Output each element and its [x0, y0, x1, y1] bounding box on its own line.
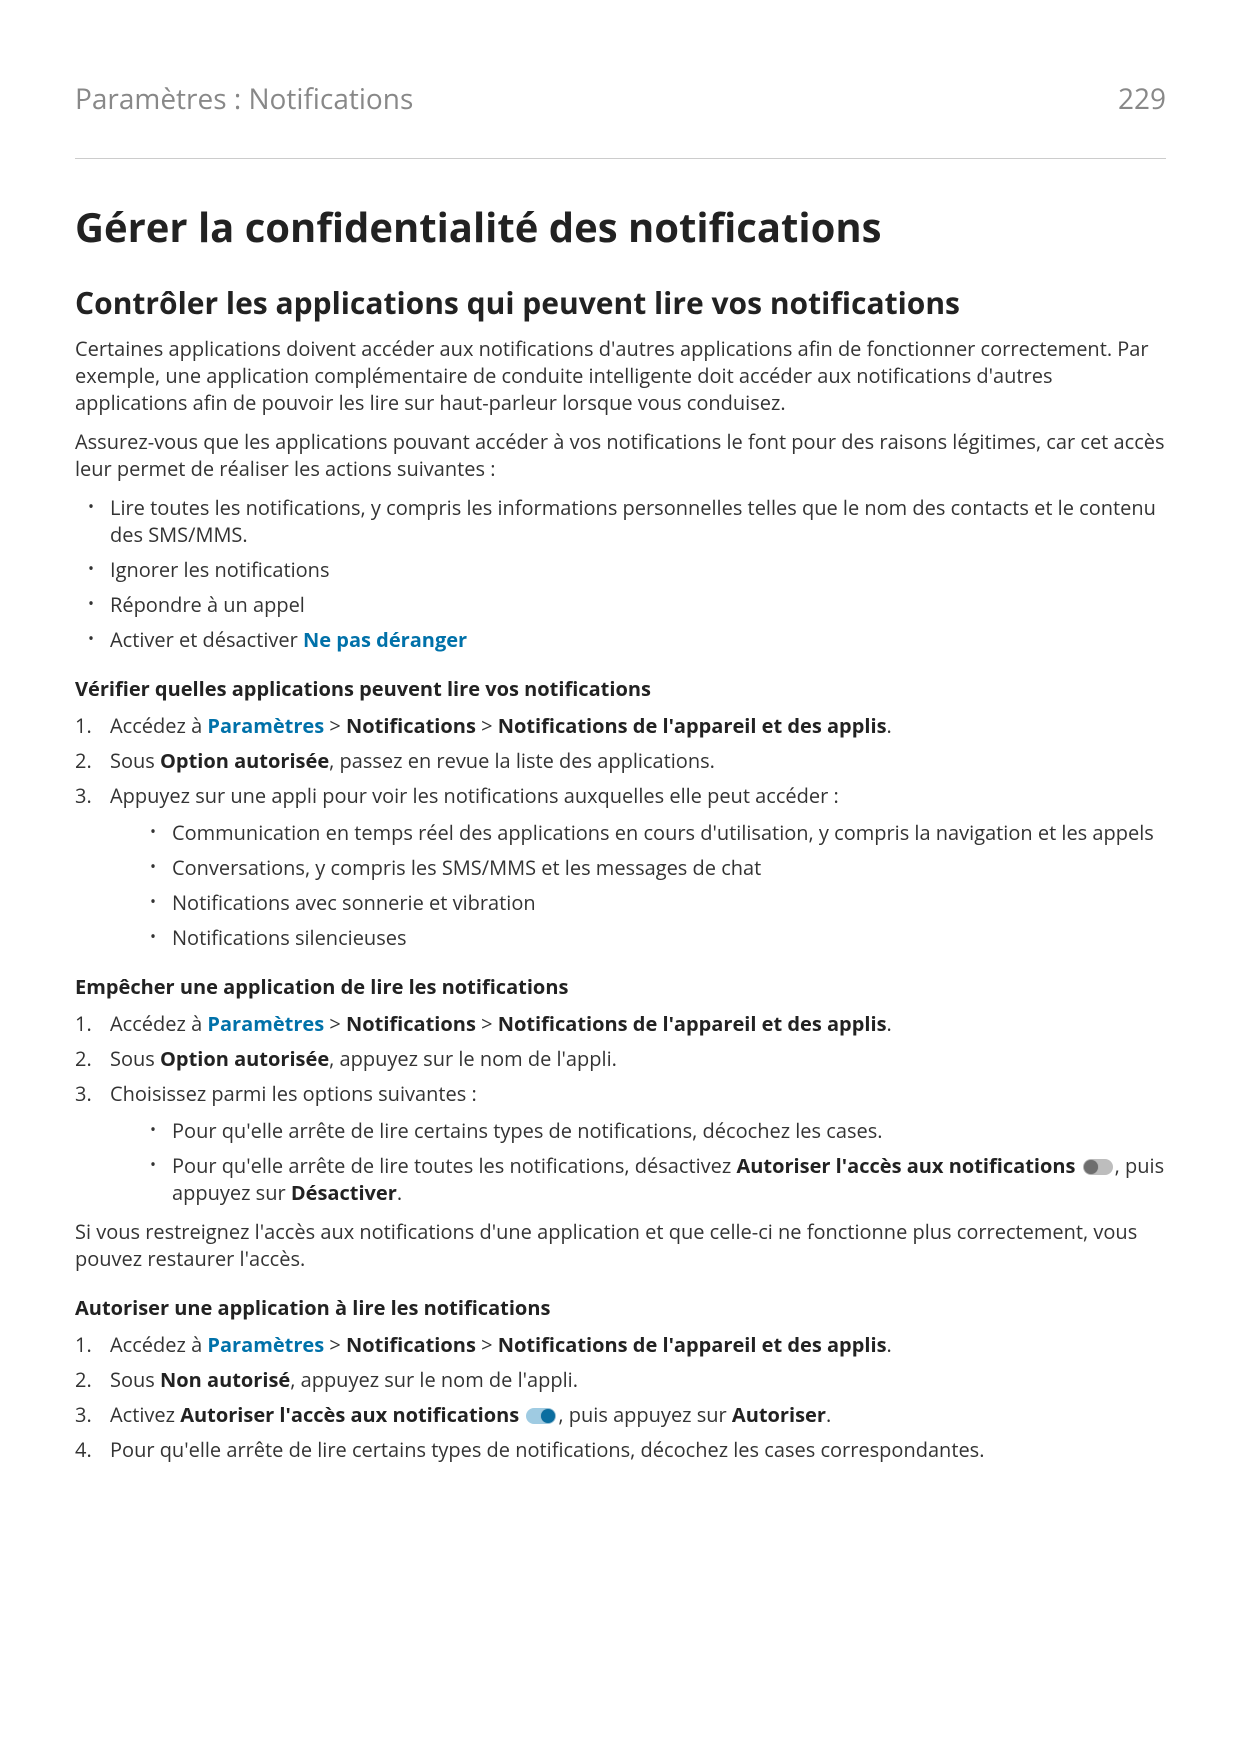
- text: >: [324, 1331, 346, 1358]
- list-item: Pour qu'elle arrête de lire certains typ…: [172, 1117, 1166, 1144]
- list-item: Accédez à Paramètres > Notifications > N…: [75, 712, 1166, 739]
- text: Accédez à: [110, 1331, 207, 1358]
- page-title: Gérer la confidentialité des notificatio…: [75, 199, 1166, 254]
- list-item: Sous Option autorisée, appuyez sur le no…: [75, 1045, 1166, 1072]
- link-settings[interactable]: Paramètres: [207, 1010, 324, 1037]
- page: Paramètres : Notifications 229 Gérer la …: [0, 0, 1241, 1754]
- list-item: Sous Non autorisé, appuyez sur le nom de…: [75, 1366, 1166, 1393]
- list-item: Ignorer les notifications: [110, 556, 1166, 583]
- list-item: Communication en temps réel des applicat…: [172, 819, 1166, 846]
- nav-notifications: Notifications: [346, 1331, 476, 1358]
- nav-notifications: Notifications: [346, 712, 476, 739]
- text: >: [324, 1010, 346, 1037]
- nav-device-app: Notifications de l'appareil et des appli…: [498, 1010, 887, 1037]
- list-item: Appuyez sur une appli pour voir les noti…: [75, 782, 1166, 951]
- text: >: [476, 712, 498, 739]
- link-settings[interactable]: Paramètres: [207, 1331, 324, 1358]
- text: , passez en revue la liste des applicati…: [329, 747, 715, 774]
- subsection-heading: Autoriser une application à lire les not…: [75, 1294, 1166, 1321]
- text: Appuyez sur une appli pour voir les noti…: [110, 782, 839, 809]
- list-item: Sous Option autorisée, passez en revue l…: [75, 747, 1166, 774]
- header-rule: [75, 158, 1166, 159]
- link-dnd[interactable]: Ne pas déranger: [303, 626, 467, 653]
- bold-text: Désactiver: [291, 1179, 397, 1206]
- text: Activer et désactiver: [110, 626, 303, 653]
- bullet-list: Lire toutes les notifications, y compris…: [75, 494, 1166, 653]
- nav-device-app: Notifications de l'appareil et des appli…: [498, 712, 887, 739]
- nav-notifications: Notifications: [346, 1010, 476, 1037]
- list-item: Choisissez parmi les options suivantes :…: [75, 1080, 1166, 1206]
- text: .: [887, 712, 892, 739]
- nav-device-app: Notifications de l'appareil et des appli…: [498, 1331, 887, 1358]
- list-item: Notifications silencieuses: [172, 924, 1166, 951]
- text: Pour qu'elle arrête de lire toutes les n…: [172, 1152, 736, 1179]
- section-heading: Contrôler les applications qui peuvent l…: [75, 282, 1166, 323]
- link-settings[interactable]: Paramètres: [207, 712, 324, 739]
- page-header: Paramètres : Notifications 229: [75, 80, 1166, 118]
- text: Sous: [110, 747, 160, 774]
- bold-text: Non autorisé: [160, 1366, 290, 1393]
- list-item: Lire toutes les notifications, y compris…: [110, 494, 1166, 548]
- list-item: Répondre à un appel: [110, 591, 1166, 618]
- list-item: Accédez à Paramètres > Notifications > N…: [75, 1331, 1166, 1358]
- ordered-steps: Accédez à Paramètres > Notifications > N…: [75, 712, 1166, 951]
- list-item: Pour qu'elle arrête de lire toutes les n…: [172, 1152, 1166, 1206]
- text: Sous: [110, 1366, 160, 1393]
- text: .: [887, 1331, 892, 1358]
- text: Accédez à: [110, 712, 207, 739]
- text: , appuyez sur le nom de l'appli.: [290, 1366, 578, 1393]
- text: , appuyez sur le nom de l'appli.: [329, 1045, 617, 1072]
- ordered-steps: Accédez à Paramètres > Notifications > N…: [75, 1331, 1166, 1463]
- ordered-steps: Accédez à Paramètres > Notifications > N…: [75, 1010, 1166, 1206]
- bullet-list: Pour qu'elle arrête de lire certains typ…: [110, 1117, 1166, 1206]
- toggle-off-icon: [1083, 1159, 1113, 1175]
- list-item: Accédez à Paramètres > Notifications > N…: [75, 1010, 1166, 1037]
- bold-text: Autoriser l'accès aux notifications: [736, 1152, 1075, 1179]
- bullet-list: Communication en temps réel des applicat…: [110, 819, 1166, 951]
- text: .: [397, 1179, 402, 1206]
- bold-text: Autoriser: [732, 1401, 826, 1428]
- list-item: Activer et désactiver Ne pas déranger: [110, 626, 1166, 653]
- breadcrumb: Paramètres : Notifications: [75, 80, 413, 118]
- text: .: [826, 1401, 831, 1428]
- bold-text: Option autorisée: [160, 1045, 329, 1072]
- bold-text: Option autorisée: [160, 747, 329, 774]
- paragraph: Certaines applications doivent accéder a…: [75, 335, 1166, 416]
- paragraph: Assurez-vous que les applications pouvan…: [75, 428, 1166, 482]
- text: Accédez à: [110, 1010, 207, 1037]
- text: , puis appuyez sur: [558, 1401, 732, 1428]
- list-item: Notifications avec sonnerie et vibration: [172, 889, 1166, 916]
- list-item: Pour qu'elle arrête de lire certains typ…: [75, 1436, 1166, 1463]
- bold-text: Autoriser l'accès aux notifications: [180, 1401, 519, 1428]
- toggle-on-icon: [526, 1408, 556, 1424]
- text: Sous: [110, 1045, 160, 1072]
- text: Choisissez parmi les options suivantes :: [110, 1080, 477, 1107]
- text: .: [887, 1010, 892, 1037]
- text: >: [324, 712, 346, 739]
- text: Activez: [110, 1401, 180, 1428]
- text: >: [476, 1010, 498, 1037]
- text: >: [476, 1331, 498, 1358]
- list-item: Activez Autoriser l'accès aux notificati…: [75, 1401, 1166, 1428]
- subsection-heading: Vérifier quelles applications peuvent li…: [75, 675, 1166, 702]
- subsection-heading: Empêcher une application de lire les not…: [75, 973, 1166, 1000]
- page-number: 229: [1118, 80, 1166, 118]
- list-item: Conversations, y compris les SMS/MMS et …: [172, 854, 1166, 881]
- paragraph: Si vous restreignez l'accès aux notifica…: [75, 1218, 1166, 1272]
